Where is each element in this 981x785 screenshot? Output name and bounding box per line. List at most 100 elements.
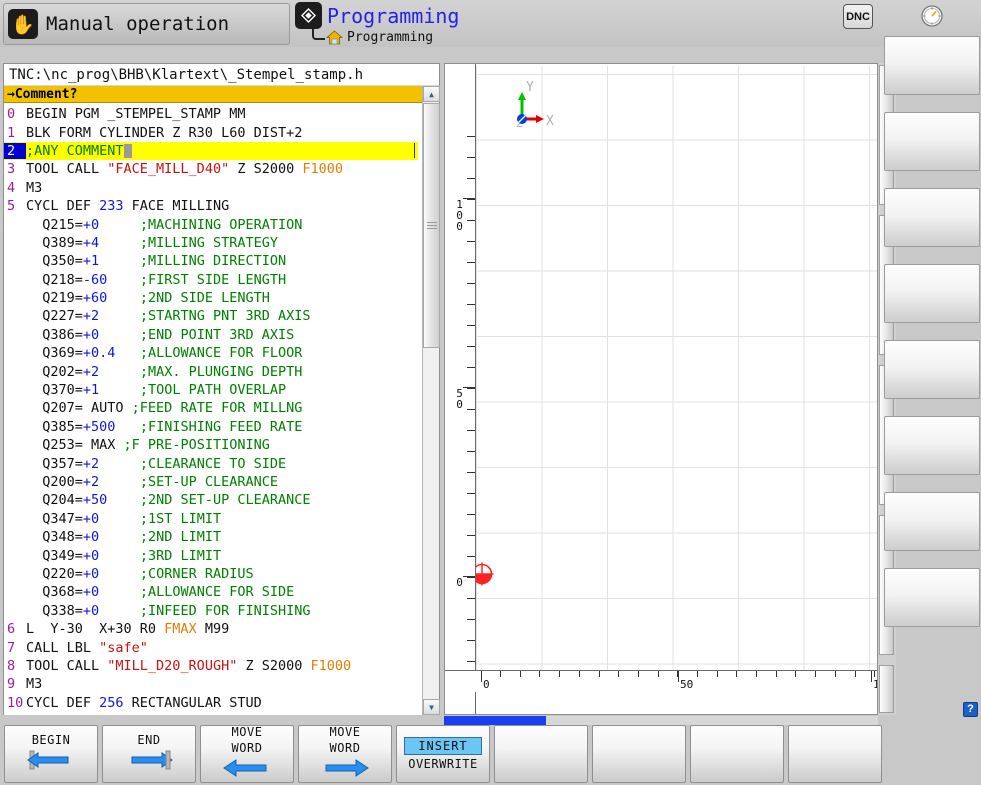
y-axis-tick	[467, 409, 475, 410]
code-line[interactable]: Q202=+2 ;MAX. PLUNGING DEPTH	[4, 362, 423, 380]
code-line-number: 3	[7, 161, 16, 178]
vertical-softkey-3[interactable]	[884, 188, 980, 247]
vertical-softkey-6[interactable]	[884, 416, 980, 475]
code-line-selected[interactable]: 2 ;ANY COMMENT	[4, 141, 418, 161]
grid-background	[476, 66, 877, 691]
y-axis-tick	[467, 367, 475, 368]
y-axis-tick	[467, 199, 475, 200]
softkey-6[interactable]	[494, 725, 588, 783]
code-line[interactable]: Q350=+1 ;MILLING DIRECTION	[4, 252, 423, 270]
code-line[interactable]: Q348=+0 ;2ND LIMIT	[4, 528, 423, 546]
softkey-overwrite-option[interactable]: OVERWRITE	[408, 757, 478, 771]
help-icon[interactable]: ?	[963, 702, 978, 717]
x-axis-tick	[618, 671, 619, 677]
code-line[interactable]: Q369=+0.4 ;ALLOWANCE FOR FLOOR	[4, 344, 423, 362]
code-line-text: Q347=+0 ;1ST LIMIT	[26, 510, 222, 527]
code-line[interactable]: 4 M3	[4, 179, 423, 197]
softkey-2[interactable]: END	[102, 725, 196, 783]
code-line[interactable]: Q385=+500 ;FINISHING FEED RATE	[4, 418, 423, 436]
code-line[interactable]: 5 CYCL DEF 233 FACE MILLING	[4, 197, 423, 215]
mode-manual-operation[interactable]: ✋ Manual operation	[3, 3, 290, 45]
code-line[interactable]: Q215=+0 ;MACHINING OPERATION	[4, 215, 423, 233]
x-axis-tick	[599, 671, 600, 677]
softkey-1[interactable]: BEGIN	[4, 725, 98, 783]
code-line-number: 7	[7, 639, 16, 656]
scrollbar-thumb[interactable]	[423, 103, 440, 348]
x-axis-tick	[776, 671, 777, 677]
code-line[interactable]: 1 BLK FORM CYLINDER Z R30 L60 DIST+2	[4, 123, 423, 141]
x-axis-tick	[756, 671, 757, 677]
softkey-insert-option[interactable]: INSERT	[404, 737, 482, 755]
line-end-marker	[414, 143, 415, 159]
clock-gauge-icon[interactable]	[919, 3, 945, 29]
code-line[interactable]: Q389=+4 ;MILLING STRATEGY	[4, 234, 423, 252]
code-line[interactable]: 3 TOOL CALL "FACE_MILL_D40" Z S2000 F1000	[4, 160, 423, 178]
dnc-status-badge[interactable]: DNC	[843, 4, 873, 29]
code-line-number: 2	[4, 142, 26, 159]
code-line[interactable]: 7 CALL LBL "safe"	[4, 638, 423, 656]
graphics-preview-panel[interactable]: Y X Z 100 50 0 0 50	[444, 63, 878, 715]
y-axis-tick	[467, 157, 475, 158]
code-line[interactable]: Q220=+0 ;CORNER RADIUS	[4, 565, 423, 583]
code-line[interactable]: Q349=+0 ;3RD LIMIT	[4, 546, 423, 564]
y-axis-tick	[467, 661, 475, 662]
code-line-text: Q220=+0 ;CORNER RADIUS	[26, 565, 254, 582]
code-line[interactable]: Q370=+1 ;TOOL PATH OVERLAP	[4, 381, 423, 399]
vertical-softkey-4[interactable]	[884, 264, 980, 323]
program-code-list[interactable]: 0 BEGIN PGM _STEMPEL_STAMP MM 1 BLK FORM CY…	[4, 103, 423, 715]
softkey-7[interactable]	[592, 725, 686, 783]
x-axis-tick	[638, 671, 639, 677]
code-line[interactable]: 8 TOOL CALL "MILL_D20_ROUGH" Z S2000 F100…	[4, 657, 423, 675]
code-line[interactable]: Q357=+2 ;CLEARANCE TO SIDE	[4, 454, 423, 472]
softkey-5[interactable]: INSERT OVERWRITE	[396, 725, 490, 783]
code-line[interactable]: Q200=+2 ;SET-UP CLEARANCE	[4, 473, 423, 491]
code-line-number: 0	[7, 106, 16, 123]
mode-programming[interactable]: Programming Programming	[295, 2, 545, 46]
program-editor-panel: TNC:\nc_prog\BHB\Klartext\_Stempel_stamp…	[3, 63, 440, 715]
code-line[interactable]: Q338=+0 ;INFEED FOR FINISHING	[4, 602, 423, 620]
softkey-8[interactable]	[690, 725, 784, 783]
vertical-softkey-5[interactable]	[884, 340, 980, 399]
x-axis-tick	[795, 671, 796, 677]
x-axis-major-tick	[481, 671, 482, 682]
code-line[interactable]: Q218=-60 ;FIRST SIDE LENGTH	[4, 271, 423, 289]
code-line[interactable]: Q386=+0 ;END POINT 3RD AXIS	[4, 326, 423, 344]
code-line[interactable]: 10 CYCL DEF 256 RECTANGULAR STUD	[4, 694, 423, 712]
softkey-3[interactable]: MOVE WORD	[200, 725, 294, 783]
editor-vertical-scrollbar[interactable]: ▲ ▼	[422, 86, 440, 715]
code-line-text: ;ANY COMMENT	[26, 143, 132, 159]
y-axis-tick	[467, 241, 475, 242]
vertical-softkey-1[interactable]	[884, 36, 980, 95]
x-axis-major-tick	[678, 671, 679, 682]
softkey-9[interactable]	[788, 725, 882, 783]
code-line[interactable]: 6 L Y-30 X+30 R0 FMAX M99	[4, 620, 423, 638]
scroll-up-button[interactable]: ▲	[423, 86, 440, 102]
code-line[interactable]: Q347=+0 ;1ST LIMIT	[4, 510, 423, 528]
y-axis-tick	[467, 598, 475, 599]
svg-text:X: X	[546, 114, 554, 129]
code-line-text: Q357=+2 ;CLEARANCE TO SIDE	[26, 455, 287, 472]
code-line[interactable]: Q227=+2 ;STARTNG PNT 3RD AXIS	[4, 307, 423, 325]
x-axis-tick	[520, 671, 521, 677]
y-axis-tick	[467, 388, 475, 389]
y-axis-tick	[467, 430, 475, 431]
code-line[interactable]: 0 BEGIN PGM _STEMPEL_STAMP MM	[4, 105, 423, 123]
vertical-softkey-column	[879, 36, 981, 720]
code-line[interactable]: Q219=+60 ;2ND SIDE LENGTH	[4, 289, 423, 307]
scroll-down-button[interactable]: ▼	[423, 699, 440, 715]
programming-title: Programming	[327, 3, 460, 28]
code-line[interactable]: Q207= AUTO ;FEED RATE FOR MILLNG	[4, 399, 423, 417]
vertical-softkey-8[interactable]	[884, 568, 980, 627]
y-axis-tick	[467, 283, 475, 284]
softkey-4[interactable]: MOVE WORD	[298, 725, 392, 783]
code-line[interactable]: Q204=+50 ;2ND SET-UP CLEARANCE	[4, 491, 423, 509]
code-line-text: BEGIN PGM _STEMPEL_STAMP MM	[26, 106, 246, 123]
code-line[interactable]: Q368=+0 ;ALLOWANCE FOR SIDE	[4, 583, 423, 601]
code-line[interactable]: 9 M3	[4, 675, 423, 693]
y-axis-tick	[467, 514, 475, 515]
x-axis-tick	[579, 671, 580, 677]
vertical-softkey-7[interactable]	[884, 492, 980, 551]
x-axis-tick	[658, 671, 659, 677]
code-line[interactable]: Q253= MAX ;F PRE-POSITIONING	[4, 436, 423, 454]
vertical-softkey-2[interactable]	[884, 112, 980, 171]
